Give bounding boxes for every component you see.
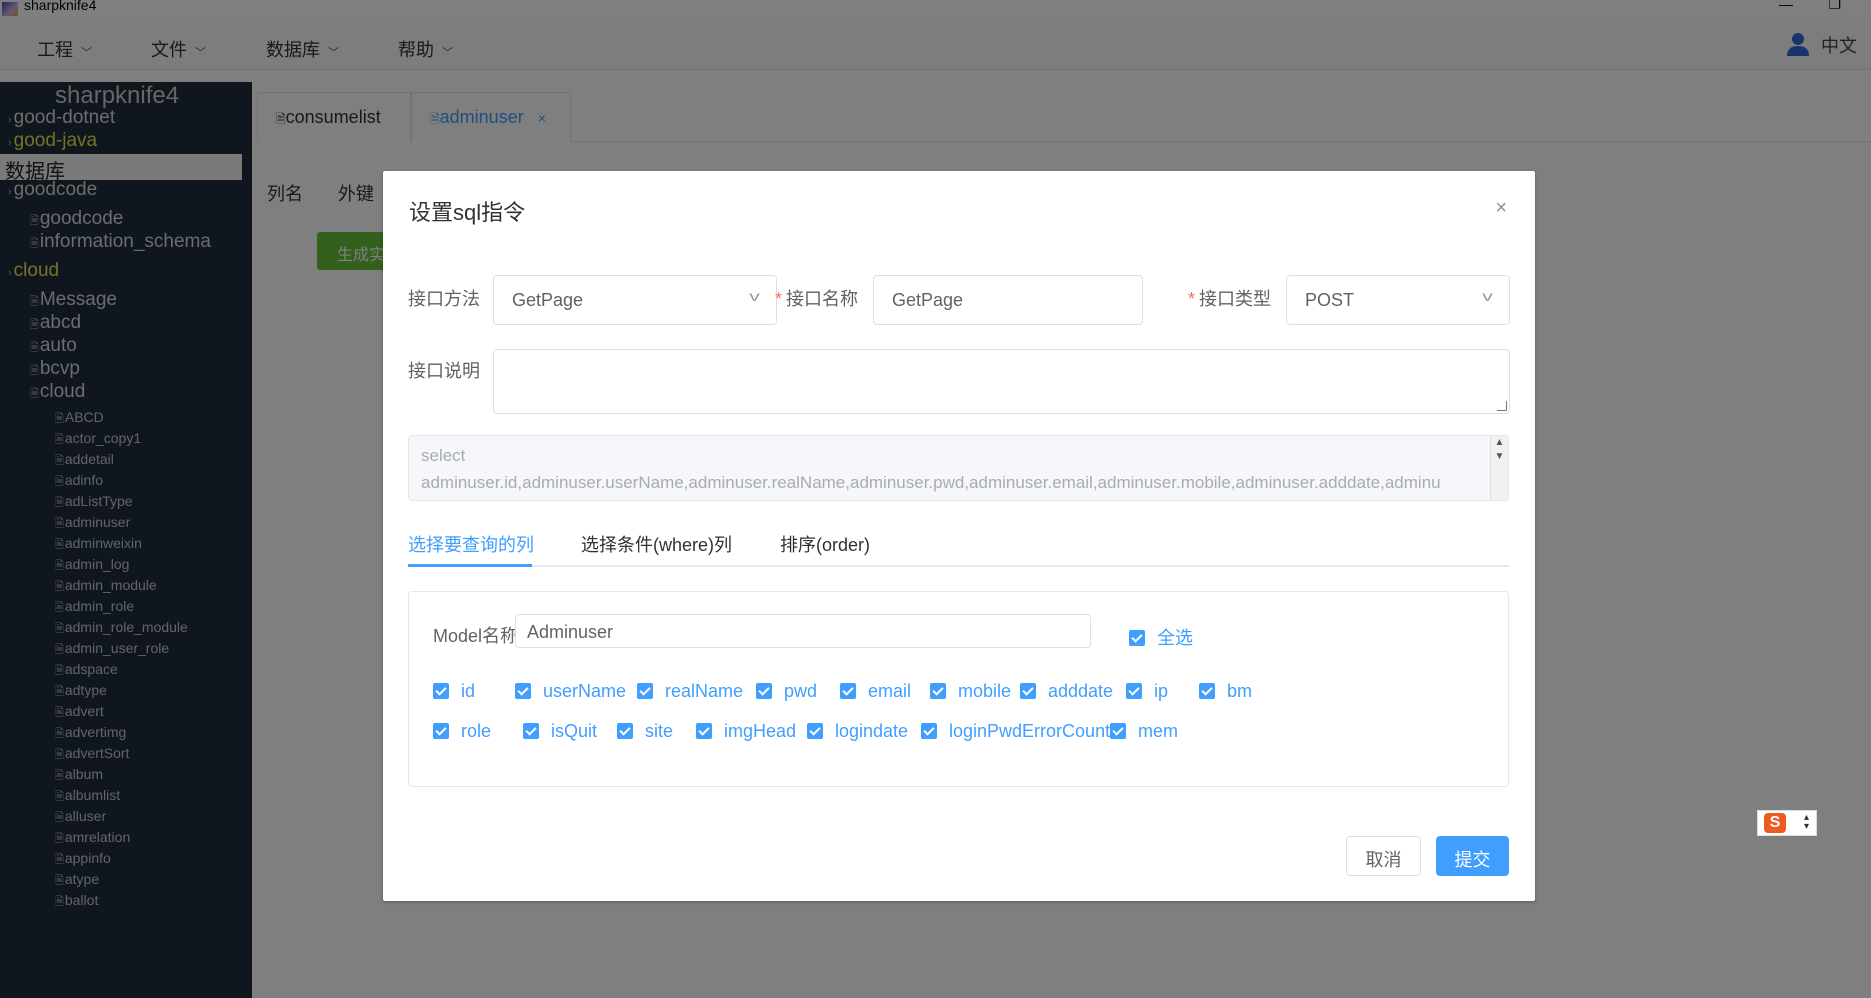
- checkbox-checked-icon: [433, 723, 449, 739]
- column-checkbox-label: ip: [1154, 681, 1169, 701]
- checkbox-checked-icon: [1199, 683, 1215, 699]
- tab-where-columns[interactable]: 选择条件(where)列: [581, 531, 732, 557]
- column-checkbox[interactable]: isQuit: [523, 721, 597, 742]
- scroll-down-icon[interactable]: ▼: [1491, 450, 1508, 464]
- checkbox-checked-icon: [756, 683, 772, 699]
- columns-panel: Model名称 Adminuser 全选 id userName realName p…: [408, 591, 1509, 787]
- scroll-up-icon[interactable]: ▲: [1491, 436, 1508, 450]
- column-checkbox[interactable]: loginPwdErrorCount: [921, 721, 1110, 742]
- checkbox-checked-icon: [840, 683, 856, 699]
- column-checkbox[interactable]: adddate: [1020, 681, 1113, 702]
- query-tabs: 选择要查询的列 选择条件(where)列 排序(order): [408, 527, 1509, 567]
- column-checkbox-label: pwd: [784, 681, 818, 701]
- column-checkbox[interactable]: imgHead: [696, 721, 796, 742]
- column-checkbox-label: mem: [1138, 721, 1178, 741]
- cancel-button[interactable]: 取消: [1346, 836, 1421, 876]
- type-label-text: 接口类型: [1199, 289, 1272, 309]
- model-input[interactable]: Adminuser: [515, 614, 1091, 648]
- resize-handle-icon[interactable]: [1497, 401, 1507, 411]
- checkbox-checked-icon: [930, 683, 946, 699]
- tab-select-columns[interactable]: 选择要查询的列: [408, 531, 534, 557]
- checkbox-checked-icon: [921, 723, 937, 739]
- name-value: GetPage: [892, 290, 964, 310]
- column-checkbox-label: isQuit: [551, 721, 598, 741]
- column-checkbox[interactable]: id: [433, 681, 475, 702]
- column-checkbox-label: mobile: [958, 681, 1012, 701]
- column-checkbox-label: email: [868, 681, 912, 701]
- checkbox-checked-icon: [523, 723, 539, 739]
- submit-button[interactable]: 提交: [1436, 836, 1509, 876]
- select-all-label: 全选: [1157, 628, 1193, 648]
- select-all-checkbox[interactable]: 全选: [1129, 624, 1193, 650]
- checkbox-checked-icon: [696, 723, 712, 739]
- column-checkbox[interactable]: email: [840, 681, 911, 702]
- method-select[interactable]: GetPage v: [493, 275, 777, 325]
- sql-dialog: 设置sql指令 × 接口方法 GetPage v * 接口名称 GetPage *…: [383, 171, 1535, 901]
- tab-order[interactable]: 排序(order): [780, 531, 870, 557]
- name-label: * 接口名称: [775, 289, 859, 309]
- desc-label: 接口说明: [408, 361, 480, 381]
- column-checkbox-label: userName: [543, 681, 627, 701]
- column-checkbox[interactable]: ip: [1126, 681, 1168, 702]
- checkbox-checked-icon: [617, 723, 633, 739]
- column-checkbox[interactable]: mem: [1110, 721, 1178, 742]
- method-value: GetPage: [512, 290, 584, 310]
- checkbox-checked-icon: [1020, 683, 1036, 699]
- name-label-text: 接口名称: [786, 289, 859, 309]
- checkbox-checked-icon: [1110, 723, 1126, 739]
- column-checkbox-label: logindate: [835, 721, 909, 741]
- checkbox-checked-icon: [1129, 630, 1145, 646]
- chevron-down-icon: v: [749, 288, 760, 304]
- ime-toolbar[interactable]: S ▴ ▾: [1757, 810, 1817, 836]
- checkbox-checked-icon: [807, 723, 823, 739]
- close-icon[interactable]: ×: [1495, 197, 1507, 220]
- column-checkbox[interactable]: userName: [515, 681, 626, 702]
- active-tab-indicator: [408, 564, 532, 567]
- type-value: POST: [1305, 290, 1355, 310]
- column-checkbox[interactable]: site: [617, 721, 673, 742]
- type-select[interactable]: POST v: [1286, 275, 1510, 325]
- name-input[interactable]: GetPage: [873, 275, 1143, 325]
- checkbox-checked-icon: [433, 683, 449, 699]
- model-label: Model名称: [433, 626, 519, 646]
- column-checkbox-label: realName: [665, 681, 744, 701]
- dialog-title: 设置sql指令: [409, 200, 526, 225]
- sogou-ime-icon[interactable]: S: [1764, 813, 1786, 833]
- column-checkbox[interactable]: pwd: [756, 681, 817, 702]
- column-checkbox-label: imgHead: [724, 721, 797, 741]
- column-checkbox-label: bm: [1227, 681, 1253, 701]
- column-checkbox-label: site: [645, 721, 674, 741]
- column-checkbox-label: loginPwdErrorCount: [949, 721, 1111, 741]
- column-checkbox-label: adddate: [1048, 681, 1114, 701]
- column-checkbox[interactable]: bm: [1199, 681, 1252, 702]
- column-checkbox[interactable]: logindate: [807, 721, 908, 742]
- column-checkbox[interactable]: mobile: [930, 681, 1011, 702]
- scrollbar[interactable]: ▲ ▼: [1490, 436, 1508, 500]
- sql-line: select: [421, 446, 466, 465]
- method-label: 接口方法: [408, 289, 480, 309]
- ime-menu-icon[interactable]: ▴ ▾: [1804, 813, 1809, 832]
- checkbox-checked-icon: [515, 683, 531, 699]
- sql-line: adminuser.id,adminuser.userName,adminuse…: [421, 473, 1441, 492]
- model-value: Adminuser: [527, 622, 614, 642]
- type-label: * 接口类型: [1188, 289, 1272, 309]
- sql-preview[interactable]: select adminuser.id,adminuser.userName,a…: [408, 435, 1509, 501]
- column-checkbox[interactable]: realName: [637, 681, 743, 702]
- chevron-down-icon: v: [1482, 288, 1493, 304]
- checkbox-checked-icon: [637, 683, 653, 699]
- column-checkbox-label: role: [461, 721, 492, 741]
- column-checkbox[interactable]: role: [433, 721, 491, 742]
- checkbox-checked-icon: [1126, 683, 1142, 699]
- desc-textarea[interactable]: [493, 349, 1510, 414]
- column-checkbox-label: id: [461, 681, 476, 701]
